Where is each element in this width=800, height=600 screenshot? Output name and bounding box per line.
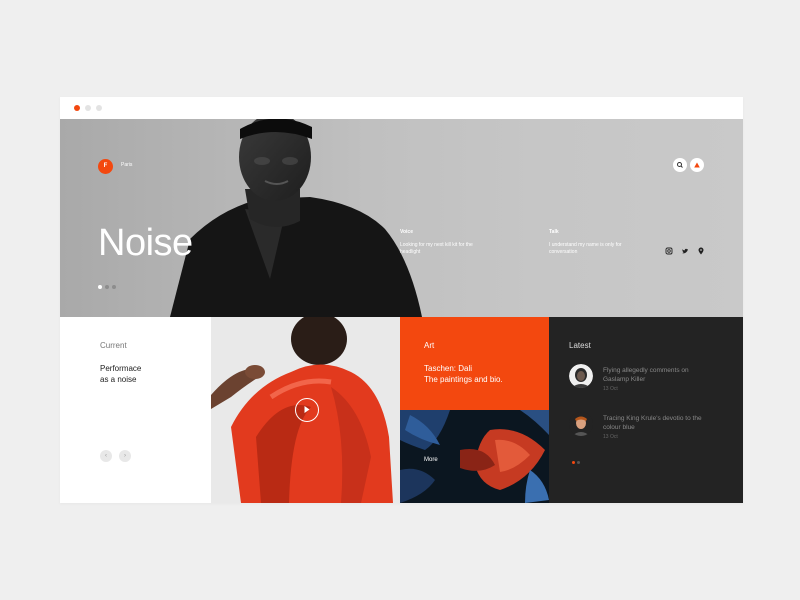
search-icon — [677, 162, 683, 168]
news-item[interactable]: Tracing King Krule's devotio to the colo… — [569, 412, 739, 442]
city-label: Paris — [121, 162, 133, 168]
alert-icon — [694, 162, 700, 168]
betta-fish-image — [400, 410, 549, 503]
art-text-line: The paintings and bio. — [424, 375, 503, 384]
current-title-line: as a noise — [100, 375, 137, 384]
art-text-line: Taschen: Dali — [424, 364, 473, 373]
column-heading: Talk — [549, 229, 559, 235]
latest-pager-dot[interactable] — [577, 461, 580, 464]
hero-pager-dot[interactable] — [112, 285, 116, 289]
hero-column-voice: Voice Looking for my next kill kit for t… — [400, 229, 480, 256]
news-title: Tracing King Krule's devotio to the colo… — [603, 415, 702, 431]
news-date: 13 Oct — [603, 434, 618, 440]
hero-column-talk: Talk I understand my name is only for co… — [549, 229, 629, 256]
window-minimize-dot[interactable] — [85, 105, 91, 111]
current-title[interactable]: Performace as a noise — [100, 363, 141, 385]
current-panel: Current Performace as a noise ‹ › — [60, 317, 211, 503]
hero-section: F Paris Noise Voice Looking for my next … — [60, 119, 743, 317]
latest-panel: Latest Flying allegedly comments on Gasl… — [549, 317, 743, 503]
play-button[interactable] — [295, 398, 319, 422]
brand-logo[interactable]: F — [98, 159, 113, 174]
latest-pager-dot-active[interactable] — [572, 461, 575, 464]
art-panel[interactable]: Art Taschen: Dali The paintings and bio. — [400, 317, 549, 410]
chevron-left-icon: ‹ — [105, 453, 107, 459]
location-icon[interactable] — [697, 247, 705, 255]
current-heading: Current — [100, 341, 127, 350]
avatar — [569, 412, 593, 436]
next-button[interactable]: › — [119, 450, 131, 462]
window-maximize-dot[interactable] — [96, 105, 102, 111]
window-chrome — [60, 97, 743, 119]
search-button[interactable] — [673, 158, 687, 172]
column-text: I understand my name is only for convers… — [549, 242, 622, 255]
art-heading: Art — [424, 341, 435, 350]
column-heading: Voice — [400, 229, 413, 235]
latest-heading: Latest — [569, 341, 591, 350]
hero-portrait-image — [170, 119, 422, 317]
play-icon — [304, 406, 310, 413]
chevron-right-icon: › — [124, 453, 126, 459]
art-image-panel[interactable]: More — [400, 410, 549, 503]
avatar — [569, 364, 593, 388]
news-date: 13 Oct — [603, 386, 618, 392]
news-item[interactable]: Flying allegedly comments on Gaslamp Kil… — [569, 364, 739, 394]
news-title: Flying allegedly comments on Gaslamp Kil… — [603, 367, 689, 383]
column-text: Looking for my next kill kit for the hea… — [400, 242, 473, 255]
hero-pager-dot[interactable] — [105, 285, 109, 289]
instagram-icon[interactable] — [665, 247, 673, 255]
more-link[interactable]: More — [424, 457, 438, 463]
alert-button[interactable] — [690, 158, 704, 172]
art-description: Taschen: Dali The paintings and bio. — [424, 363, 503, 385]
twitter-icon[interactable] — [681, 247, 689, 255]
page-title: Noise — [98, 222, 193, 264]
window-close-dot[interactable] — [74, 105, 80, 111]
browser-window: F Paris Noise Voice Looking for my next … — [60, 97, 743, 503]
feature-image-panel[interactable] — [211, 317, 400, 503]
hero-pager-dot-active[interactable] — [98, 285, 102, 289]
current-title-line: Performace — [100, 364, 142, 373]
prev-button[interactable]: ‹ — [100, 450, 112, 462]
